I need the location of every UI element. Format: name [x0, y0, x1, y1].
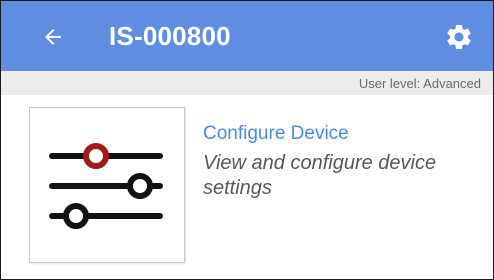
configure-device-title: Configure Device [203, 123, 349, 144]
app-frame: IS-000800 User level: Advanced Configure [0, 0, 494, 280]
arrow-left-icon [45, 29, 61, 45]
configure-device-description: View and configure device settings [203, 152, 437, 199]
user-level-bar: User level: Advanced [1, 71, 493, 95]
user-level-label: User level: Advanced [358, 76, 481, 91]
gear-icon [447, 24, 471, 49]
back-button[interactable] [29, 15, 77, 59]
configure-device-card[interactable]: Configure Device View and configure devi… [1, 95, 493, 279]
configure-device-tile [29, 107, 185, 263]
page-title: IS-000800 [109, 21, 231, 51]
app-bar: IS-000800 [1, 1, 493, 71]
sliders-icon [49, 143, 163, 229]
settings-button[interactable] [435, 13, 483, 61]
